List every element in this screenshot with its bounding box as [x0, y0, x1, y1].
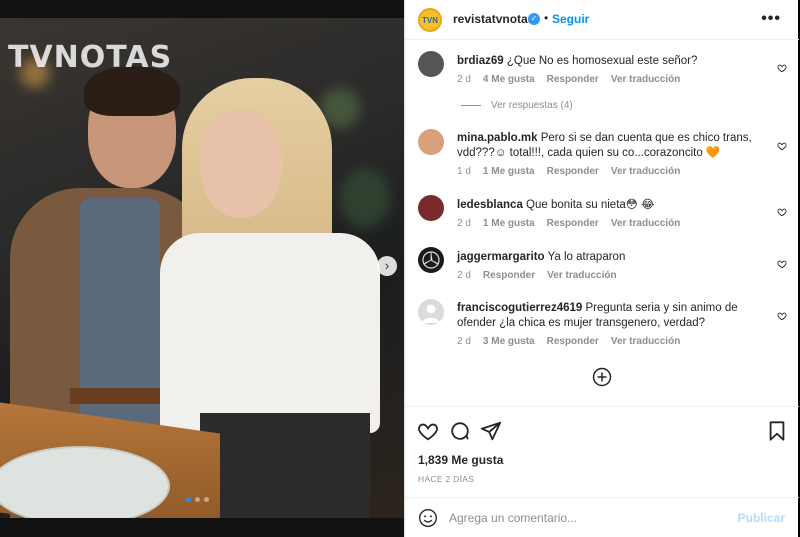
post-timestamp: HACE 2 DÍAS [418, 474, 475, 484]
divider-line [461, 105, 481, 106]
view-replies-label: Ver respuestas (4) [491, 100, 573, 111]
post-actions: 1,839 Me gusta HACE 2 DÍAS [405, 406, 799, 502]
comment-age: 2 d [457, 336, 471, 347]
avatar[interactable] [418, 51, 444, 77]
comment-likes[interactable]: 4 Me gusta [483, 74, 535, 85]
woman-blouse [160, 233, 380, 433]
comment-input[interactable] [449, 508, 729, 528]
comment-age: 1 d [457, 166, 471, 177]
comment-age: 2 d [457, 270, 471, 281]
avatar[interactable] [418, 299, 444, 325]
comment-username[interactable]: ledesblanca [457, 199, 523, 211]
avatar[interactable]: TVN [418, 8, 442, 32]
woman-face [200, 110, 282, 218]
comment-body: mina.pablo.mk Pero si se dan cuenta que … [457, 131, 773, 161]
chevron-right-icon[interactable]: › [377, 256, 397, 276]
comment-meta: 2 d 4 Me gusta Responder Ver traducción [457, 74, 680, 85]
woman-skirt [200, 413, 370, 518]
send-icon[interactable] [480, 420, 502, 442]
comment-text: Ya lo atraparon [547, 251, 626, 263]
avatar-logo-text: TVN [422, 15, 438, 25]
verified-badge-icon: ✓ [528, 13, 540, 25]
heart-icon[interactable] [777, 138, 787, 151]
comment-likes[interactable]: 3 Me gusta [483, 336, 535, 347]
translate-button[interactable]: Ver traducción [611, 74, 680, 85]
avatar[interactable] [418, 247, 444, 273]
comment-text: Que bonita su nieta😳 😂 [526, 199, 655, 211]
reply-button[interactable]: Responder [547, 74, 599, 85]
comment-composer: Publicar [405, 497, 799, 537]
translate-button[interactable]: Ver traducción [611, 166, 680, 177]
follow-button[interactable]: Seguir [552, 12, 589, 26]
instagram-post-modal: TVNOTAS › TVN revistatvnotas ✓ • Seguir … [0, 0, 800, 537]
load-more-comments-icon[interactable] [592, 367, 612, 387]
post-sidebar: TVN revistatvnotas ✓ • Seguir ••• brdiaz… [404, 0, 799, 537]
man-belt [70, 388, 160, 404]
post-author-username[interactable]: revistatvnotas [453, 12, 534, 26]
likes-count[interactable]: 1,839 Me gusta [418, 453, 503, 467]
separator-dot: • [544, 11, 549, 25]
comment-username[interactable]: franciscogutierrez4619 [457, 302, 582, 314]
comment-meta: 2 d 3 Me gusta Responder Ver traducción [457, 336, 680, 347]
emoji-icon[interactable] [418, 508, 438, 528]
comment-likes[interactable]: 1 Me gusta [483, 218, 535, 229]
reply-button[interactable]: Responder [547, 166, 599, 177]
view-replies-button[interactable]: Ver respuestas (4) [461, 100, 573, 111]
avatar[interactable] [418, 195, 444, 221]
avatar[interactable] [418, 129, 444, 155]
heart-icon[interactable] [777, 204, 787, 217]
comment-meta: 2 d 1 Me gusta Responder Ver traducción [457, 218, 680, 229]
carousel-dot[interactable] [186, 497, 191, 502]
heart-icon[interactable] [417, 420, 439, 442]
reply-button[interactable]: Responder [547, 218, 599, 229]
comment-body: brdiaz69 ¿Que No es homosexual este seño… [457, 54, 773, 69]
post-header: TVN revistatvnotas ✓ • Seguir ••• [405, 0, 799, 40]
post-photo[interactable]: TVNOTAS [0, 18, 404, 518]
comment-username[interactable]: brdiaz69 [457, 55, 504, 67]
comment-body: jaggermargarito Ya lo atraparon [457, 250, 773, 265]
comment-body: ledesblanca Que bonita su nieta😳 😂 [457, 198, 773, 213]
comment-meta: 2 d Responder Ver traducción [457, 270, 617, 281]
post-photo-area: TVNOTAS › [0, 0, 404, 537]
carousel-dots [186, 497, 209, 502]
comment-age: 2 d [457, 74, 471, 85]
publish-button[interactable]: Publicar [738, 511, 785, 525]
comment-likes[interactable]: 1 Me gusta [483, 166, 535, 177]
comment-icon[interactable] [449, 420, 471, 442]
comment-meta: 1 d 1 Me gusta Responder Ver traducción [457, 166, 680, 177]
heart-icon[interactable] [777, 308, 787, 321]
comment-username[interactable]: jaggermargarito [457, 251, 545, 263]
comment-text: ¿Que No es homosexual este señor? [506, 55, 698, 67]
default-user-icon [422, 304, 440, 323]
reply-button[interactable]: Responder [547, 336, 599, 347]
translate-button[interactable]: Ver traducción [611, 336, 680, 347]
mercedes-logo-icon [422, 251, 440, 269]
watermark-logo: TVNOTAS [8, 40, 173, 75]
bokeh-light [340, 168, 390, 228]
comment-age: 2 d [457, 218, 471, 229]
comment-body: franciscogutierrez4619 Pregunta seria y … [457, 301, 773, 331]
more-horizontal-icon[interactable]: ••• [761, 10, 781, 28]
carousel-dot[interactable] [204, 497, 209, 502]
comment-username[interactable]: mina.pablo.mk [457, 132, 538, 144]
comments-list: brdiaz69 ¿Que No es homosexual este seño… [405, 41, 799, 406]
reply-button[interactable]: Responder [483, 270, 535, 281]
heart-icon[interactable] [777, 60, 787, 73]
translate-button[interactable]: Ver traducción [611, 218, 680, 229]
bookmark-icon[interactable] [766, 420, 788, 442]
translate-button[interactable]: Ver traducción [547, 270, 616, 281]
heart-icon[interactable] [777, 256, 787, 269]
carousel-dot[interactable] [195, 497, 200, 502]
